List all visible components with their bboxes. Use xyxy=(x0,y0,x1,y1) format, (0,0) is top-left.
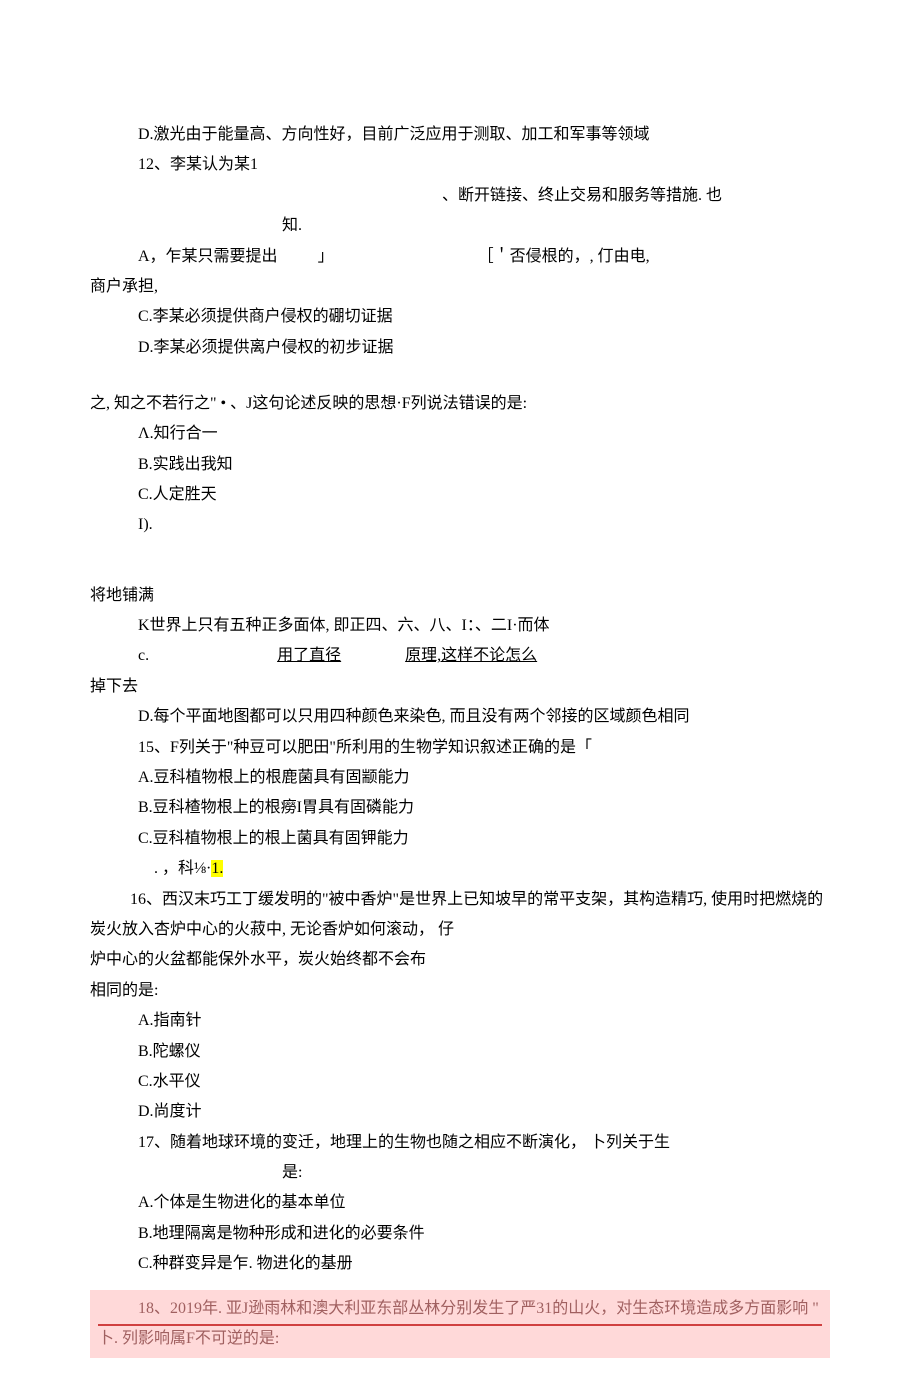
q14-option-c-label: c. xyxy=(138,641,149,671)
q16-stem-b: 炉中心的火盆都能保外水平，炭火始终都不会布 xyxy=(90,945,830,975)
q12-option-c: C.李某必须提供商户侵权的硼切证据 xyxy=(90,302,830,332)
q16-stem-c: 相同的是: xyxy=(90,976,830,1006)
q12-stem-b: 、断开链接、终止交易和服务等措施. 也 xyxy=(90,181,830,211)
q12-option-a-part2: 」 xyxy=(318,242,334,272)
q14-option-k: K世界上只有五种正多面体, 即正四、六、八、I：、二I·而体 xyxy=(90,611,830,641)
q16-stem-a: 16、西汉末巧工丁缓发明的"被中香炉"是世界上已知坡早的常平支架，其构造精巧, … xyxy=(90,885,830,946)
q15-option-d-text: . ，科⅛· xyxy=(154,860,211,877)
q15-option-b: B.豆科楂物根上的根癆I胃具有固磷能力 xyxy=(90,793,830,823)
q13-option-b: B.实践出我知 xyxy=(90,450,830,480)
q14-option-c-part2: 原理,这样不论怎么 xyxy=(405,641,537,671)
q13-option-d: I). xyxy=(90,510,830,540)
q16-option-b: B.陀螺仪 xyxy=(90,1037,830,1067)
q13-option-a: Λ.知行合一 xyxy=(90,419,830,449)
q13-option-c: C.人定胜天 xyxy=(90,480,830,510)
q17-option-c: C.种群变异是乍. 物进化的基册 xyxy=(90,1249,830,1279)
q14-frag-a: 将地铺满 xyxy=(90,581,830,611)
q16-option-a: A.指南针 xyxy=(90,1006,830,1036)
q14-option-c-row: c. 用了直径 原理,这样不论怎么 xyxy=(90,641,830,671)
q12-stem-c: 知. xyxy=(90,211,830,241)
q16-option-d: D.尚度计 xyxy=(90,1097,830,1127)
q12-option-a-part3: ［＇否侵根的，, 仃由电, xyxy=(478,242,650,272)
q17-stem-a: 17、随着地球环境的变迁，地理上的生物也随之相应不断演化， 卜列关于生 xyxy=(90,1128,830,1158)
q15-stem: 15、F列关于"种豆可以肥田"所利用的生物学知识叙述正确的是「 xyxy=(90,733,830,763)
deleted-question-18: 18、2019年. 亚J逊雨林和澳大利亚东部丛林分别发生了严31的山火，对生态环… xyxy=(90,1290,830,1359)
q12-option-d: D.李某必须提供离户侵权的初步证据 xyxy=(90,333,830,363)
document-page: D.激光由于能量高、方向性好，目前广泛应用于测取、加工和军事等领域 12、李某认… xyxy=(0,0,920,1398)
deleted-text: 18、2019年. 亚J逊雨林和澳大利亚东部丛林分别发生了严31的山火，对生态环… xyxy=(98,1294,822,1355)
highlighted-fragment: 1. xyxy=(211,860,223,877)
q13-stem: 之, 知之不若行之" • 、J这句论述反映的思想·F列说法错误的是: xyxy=(90,389,830,419)
q12-continuation: 商户承担, xyxy=(90,272,830,302)
q17-stem-b: 是: xyxy=(90,1158,830,1188)
q12-stem-a: 12、李某认为某1 xyxy=(90,150,830,180)
q17-option-b: B.地理隔离是物种形成和进化的必要条件 xyxy=(90,1219,830,1249)
q11-option-d: D.激光由于能量高、方向性好，目前广泛应用于测取、加工和军事等领域 xyxy=(90,120,830,150)
q14-frag-b: 掉下去 xyxy=(90,672,830,702)
q14-option-d: D.每个平面地图都可以只用四种颜色来染色, 而且没有两个邻接的区域颜色相同 xyxy=(90,702,830,732)
q15-option-a: A.豆科植物根上的根鹿菌具有固颛能力 xyxy=(90,763,830,793)
q16-option-c: C.水平仪 xyxy=(90,1067,830,1097)
q14-option-c-part1: 用了直径 xyxy=(277,641,341,671)
q15-option-d: . ，科⅛·1. xyxy=(90,854,830,884)
q12-option-a-part1: A，乍某只需要提出 xyxy=(138,242,278,272)
q17-option-a: A.个体是生物进化的基本单位 xyxy=(90,1188,830,1218)
q15-option-c: C.豆科植物根上的根上菌具有固钾能力 xyxy=(90,824,830,854)
q12-option-a-row: A，乍某只需要提出 」 ［＇否侵根的，, 仃由电, xyxy=(90,242,830,272)
